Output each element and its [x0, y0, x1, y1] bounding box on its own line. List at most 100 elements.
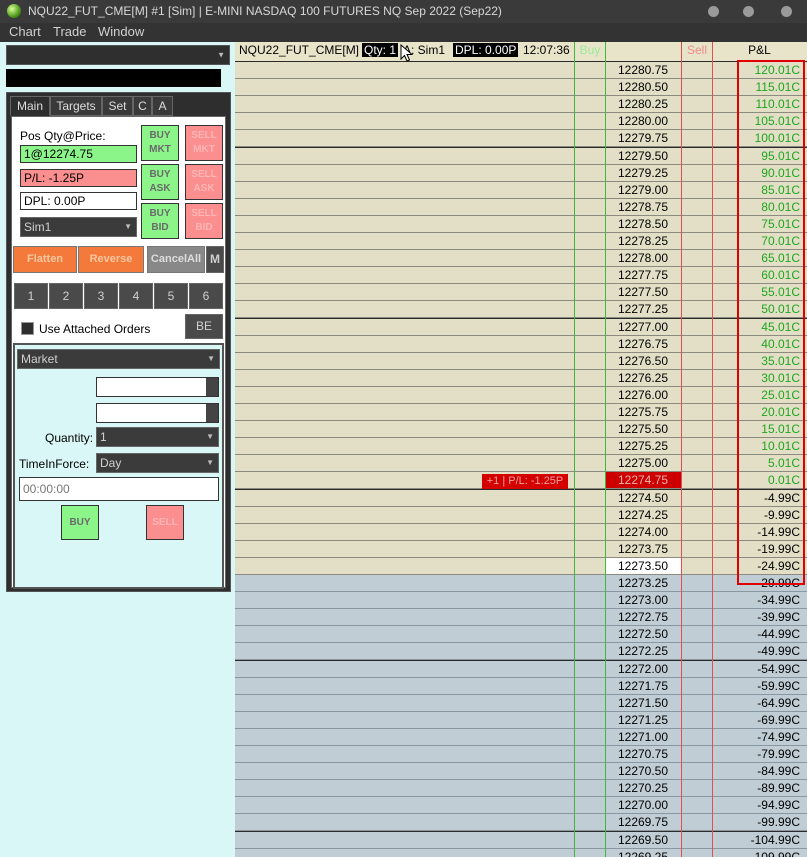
ladder-price[interactable]: 12269.75: [605, 814, 681, 830]
ladder-row[interactable]: 12280.75 120.01C: [235, 62, 807, 80]
ladder-price[interactable]: 12274.25: [605, 507, 681, 523]
ladder-price[interactable]: 12276.00: [605, 387, 681, 403]
flatten-button[interactable]: Flatten: [13, 246, 77, 273]
ladder-price[interactable]: 12270.75: [605, 746, 681, 762]
ladder-price[interactable]: 12277.00: [605, 319, 681, 335]
ladder-price[interactable]: 12272.50: [605, 626, 681, 642]
ladder-price[interactable]: 12275.25: [605, 438, 681, 454]
ladder-price[interactable]: 12276.25: [605, 370, 681, 386]
price-spinner[interactable]: [206, 378, 218, 396]
ladder-price[interactable]: 12274.75: [605, 472, 681, 489]
order-type-dropdown[interactable]: Market ▼: [17, 349, 220, 369]
ladder-price[interactable]: 12275.75: [605, 404, 681, 420]
ladder-price[interactable]: 12272.25: [605, 643, 681, 659]
close-button[interactable]: [781, 6, 792, 17]
maximize-button[interactable]: [743, 6, 754, 17]
ladder-row[interactable]: 12273.25 -29.99C: [235, 575, 807, 593]
menu-window[interactable]: Window: [98, 24, 144, 39]
ladder-row[interactable]: 12273.00 -34.99C: [235, 592, 807, 610]
qty-preset-1[interactable]: 1: [14, 283, 48, 309]
ladder-price[interactable]: 12276.50: [605, 353, 681, 369]
ladder-row[interactable]: 12279.75 100.01C: [235, 130, 807, 148]
menu-trade[interactable]: Trade: [53, 24, 86, 39]
ladder-price[interactable]: 12269.25: [605, 849, 681, 857]
tab-c[interactable]: C: [133, 96, 152, 116]
ladder-price[interactable]: 12269.50: [605, 832, 681, 848]
tab-targets[interactable]: Targets: [50, 96, 102, 116]
ladder-price[interactable]: 12277.75: [605, 267, 681, 283]
ladder-row[interactable]: 12280.00 105.01C: [235, 113, 807, 131]
ladder-row[interactable]: 12269.25 -109.99C: [235, 848, 807, 857]
ladder-row[interactable]: 12272.25 -49.99C: [235, 643, 807, 661]
ladder-row[interactable]: 12279.25 90.01C: [235, 164, 807, 182]
ladder-price[interactable]: 12272.00: [605, 661, 681, 677]
ladder-price[interactable]: 12278.25: [605, 233, 681, 249]
sell-market-button[interactable]: SELL MKT: [185, 125, 223, 161]
ladder-price[interactable]: 12280.25: [605, 96, 681, 112]
ladder-row[interactable]: 12269.75 -99.99C: [235, 814, 807, 832]
ladder-row[interactable]: 12275.75 20.01C: [235, 404, 807, 422]
ladder-price[interactable]: 12273.00: [605, 592, 681, 608]
ladder-row[interactable]: 12274.50 -4.99C: [235, 489, 807, 507]
ladder-price[interactable]: 12279.50: [605, 148, 681, 164]
reverse-button[interactable]: Reverse: [78, 246, 144, 273]
breakeven-button[interactable]: BE: [185, 314, 223, 339]
ladder-price[interactable]: 12273.75: [605, 541, 681, 557]
ladder-row[interactable]: 12275.50 15.01C: [235, 421, 807, 439]
qty-preset-2[interactable]: 2: [49, 283, 83, 309]
stop-price-input[interactable]: [96, 403, 219, 423]
ladder-price[interactable]: 12270.00: [605, 797, 681, 813]
ladder-price[interactable]: 12270.25: [605, 780, 681, 796]
ladder-price[interactable]: 12274.00: [605, 524, 681, 540]
ladder-row[interactable]: 12273.50 -24.99C: [235, 557, 807, 575]
ladder-price[interactable]: 12275.50: [605, 421, 681, 437]
ladder-row[interactable]: 12271.75 -59.99C: [235, 677, 807, 695]
ladder-row[interactable]: 12278.50 75.01C: [235, 215, 807, 233]
time-input[interactable]: 00:00:00: [19, 477, 219, 501]
tif-dropdown[interactable]: Day ▼: [96, 453, 219, 473]
ladder-row[interactable]: 12277.25 50.01C: [235, 301, 807, 319]
ladder-row[interactable]: 12271.25 -69.99C: [235, 711, 807, 729]
buy-market-button[interactable]: BUY MKT: [141, 125, 179, 161]
ladder-row[interactable]: 12273.75 -19.99C: [235, 540, 807, 558]
qty-preset-3[interactable]: 3: [84, 283, 118, 309]
account-dropdown[interactable]: Sim1 ▼: [20, 217, 137, 237]
ladder-row[interactable]: 12275.25 10.01C: [235, 438, 807, 456]
ladder-row[interactable]: 12276.50 35.01C: [235, 352, 807, 370]
ladder-price[interactable]: 12273.25: [605, 575, 681, 591]
ladder-price[interactable]: 12278.75: [605, 199, 681, 215]
ladder-price[interactable]: 12271.25: [605, 712, 681, 728]
tab-main[interactable]: Main: [10, 96, 50, 116]
ladder-row[interactable]: 12275.00 5.01C: [235, 455, 807, 473]
ladder-row[interactable]: 12271.00 -74.99C: [235, 728, 807, 746]
attached-orders-checkbox[interactable]: [21, 322, 34, 335]
ladder-row[interactable]: 12276.25 30.01C: [235, 369, 807, 387]
ladder-row[interactable]: 12271.50 -64.99C: [235, 694, 807, 712]
buy-bid-button[interactable]: BUY BID: [141, 203, 179, 239]
ladder-price[interactable]: 12279.25: [605, 165, 681, 181]
ladder-price[interactable]: 12273.50: [605, 557, 681, 574]
ladder-price[interactable]: 12280.50: [605, 79, 681, 95]
ladder-price[interactable]: 12278.00: [605, 250, 681, 266]
quantity-dropdown[interactable]: 1 ▼: [96, 427, 219, 447]
ladder-row[interactable]: 12272.00 -54.99C: [235, 660, 807, 678]
ladder-row[interactable]: 12279.50 95.01C: [235, 147, 807, 165]
ladder-price[interactable]: 12280.75: [605, 62, 681, 78]
ladder-row[interactable]: 12278.75 80.01C: [235, 198, 807, 216]
buy-ask-button[interactable]: BUY ASK: [141, 164, 179, 200]
ladder-row[interactable]: 12277.00 45.01C: [235, 318, 807, 336]
m-button[interactable]: M: [206, 246, 224, 273]
ladder-price[interactable]: 12270.50: [605, 763, 681, 779]
ladder-row[interactable]: 12270.50 -84.99C: [235, 763, 807, 781]
ladder-price[interactable]: 12277.25: [605, 301, 681, 317]
sell-bid-button[interactable]: SELL BID: [185, 203, 223, 239]
cancel-all-button[interactable]: CancelAll: [147, 246, 205, 273]
ladder-row[interactable]: 12272.75 -39.99C: [235, 609, 807, 627]
price-ladder[interactable]: 12280.75 120.01C 12280.50 115.01C 12280.25 11…: [235, 62, 807, 857]
ladder-price[interactable]: 12271.75: [605, 678, 681, 694]
ladder-row[interactable]: 12276.75 40.01C: [235, 335, 807, 353]
menu-chart[interactable]: Chart: [9, 24, 41, 39]
ladder-row[interactable]: 12274.25 -9.99C: [235, 506, 807, 524]
ladder-row[interactable]: 12272.50 -44.99C: [235, 626, 807, 644]
ladder-row[interactable]: 12278.00 65.01C: [235, 250, 807, 268]
